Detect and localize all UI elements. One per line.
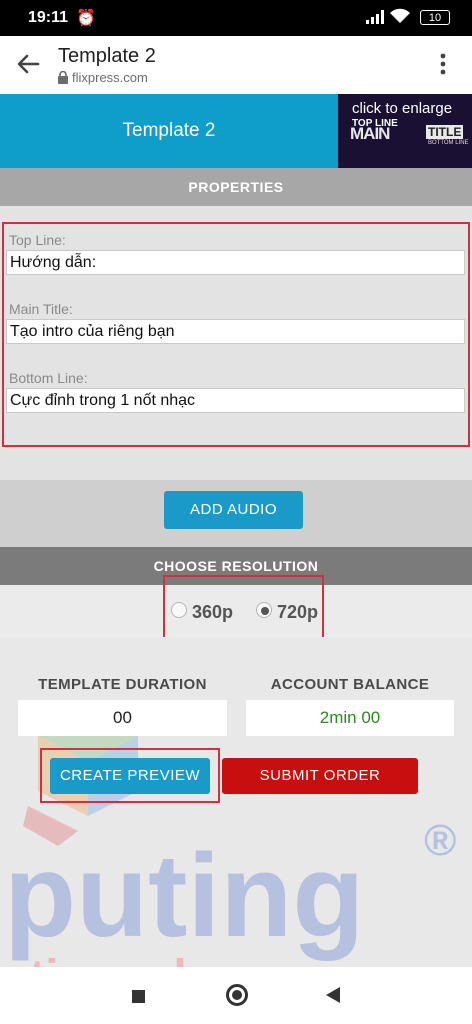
status-bar: 19:11 ⏰ 10 [0,0,472,36]
signal-icon [366,10,384,24]
home-icon-inner [232,990,242,1000]
more-options-icon[interactable] [440,53,446,75]
submit-order-button[interactable]: SUBMIT ORDER [222,758,418,794]
thumb-title: TITLE [426,125,464,139]
resolution-720p-label: 720p [277,602,319,622]
status-time: 19:11 [28,9,69,26]
alarm-icon: ⏰ [76,10,96,27]
page-url: flixpress.com [72,70,148,85]
radio-720p[interactable] [256,602,272,618]
browser-toolbar: Template 2 flixpress.com [0,36,472,94]
template-title: Template 2 [122,120,216,141]
template-header: Template 2 [0,94,338,168]
template-thumbnail[interactable]: TOP LINE MAIN TITLE BOTTOM LINE click to… [338,94,472,168]
battery-icon: 10 [420,10,450,25]
create-preview-button[interactable]: CREATE PREVIEW [50,758,210,794]
back-nav-icon[interactable] [326,987,340,1003]
radio-360p[interactable] [171,602,187,618]
watermark-text: puting [4,830,365,962]
main-title-input[interactable]: Tạo intro của riêng bạn [6,319,465,344]
lock-icon [58,71,68,84]
page-title: Template 2 [58,45,156,67]
recent-apps-icon[interactable] [132,990,145,1003]
account-balance-value: 2min 00 [246,700,454,736]
resolution-360p-label: 360p [192,602,234,622]
battery-level: 10 [428,12,442,24]
click-to-enlarge: click to enlarge [352,100,453,117]
add-audio-button[interactable]: ADD AUDIO [164,491,303,529]
watermark-registered-icon: ® [424,816,457,865]
back-arrow-icon[interactable] [16,53,40,75]
template-duration-value: 00 [18,700,227,736]
properties-heading: PROPERTIES [0,168,472,206]
bottom-line-label: Bottom Line: [9,370,88,386]
account-balance-label: ACCOUNT BALANCE [270,676,430,693]
main-title-label: Main Title: [9,301,73,317]
top-line-input[interactable]: Hướng dẫn: [6,250,465,275]
thumb-bottom-line: BOTTOM LINE [428,140,469,146]
top-line-label: Top Line: [9,232,66,248]
system-nav-bar [0,967,472,1024]
wifi-icon [390,8,410,23]
thumb-main: MAIN [350,124,390,143]
bottom-line-input[interactable]: Cực đỉnh trong 1 nốt nhạc [6,388,465,413]
template-duration-label: TEMPLATE DURATION [38,676,207,693]
